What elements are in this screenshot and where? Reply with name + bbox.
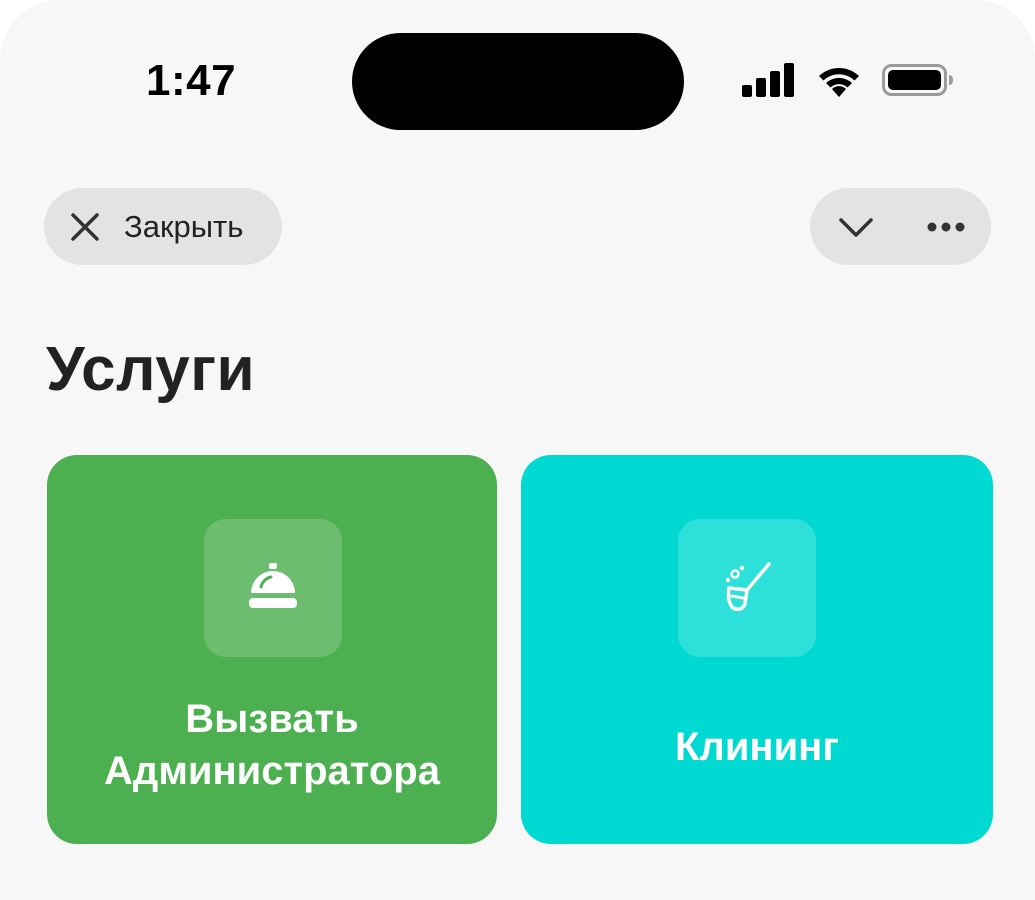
close-icon [71,212,99,241]
close-label: Закрыть [124,208,244,244]
chevron-down-icon[interactable] [838,210,874,244]
service-card-call-admin[interactable]: Вызвать Администратора [47,455,497,844]
service-label: Клининг [521,721,993,773]
cellular-signal-icon [742,63,794,97]
service-label-line1: Вызвать [185,697,359,741]
service-label-line1: Клининг [675,725,839,769]
battery-icon [882,64,953,96]
service-card-cleaning[interactable]: Клининг [521,455,993,844]
app-screen: 1:47 Закрыть Услуги Вызвать Администрато… [0,0,1035,900]
broom-icon [725,562,771,612]
icon-tile [204,519,342,657]
page-title: Услуги [46,335,256,404]
close-button[interactable]: Закрыть [44,188,282,265]
status-icons [742,60,954,100]
wifi-icon [819,68,859,97]
actions-pill [810,188,991,265]
service-label: Вызвать Администратора [47,693,497,797]
dynamic-island [352,33,684,130]
service-bell-icon [249,563,297,608]
status-time: 1:47 [146,56,237,105]
icon-tile [678,519,816,657]
service-label-line2: Администратора [104,749,440,793]
more-icon[interactable] [926,210,966,244]
